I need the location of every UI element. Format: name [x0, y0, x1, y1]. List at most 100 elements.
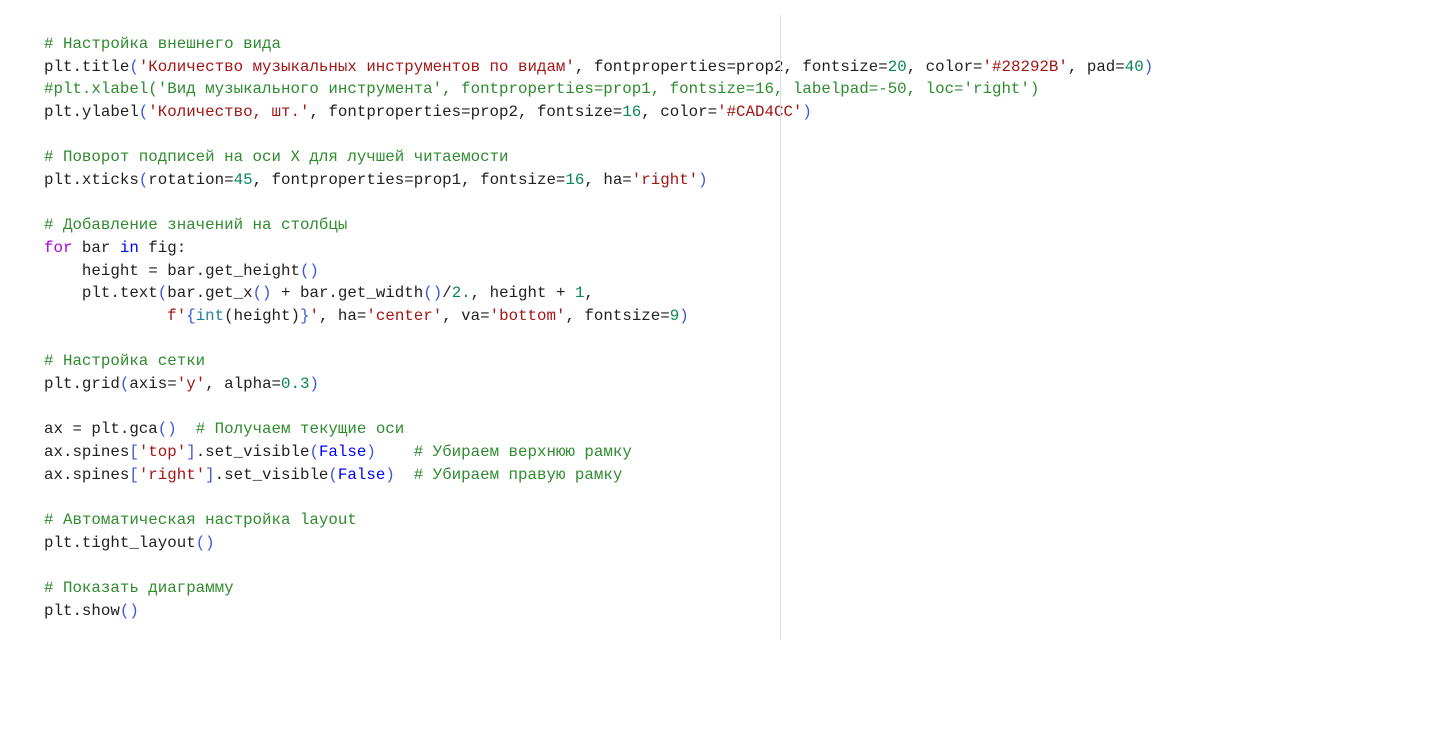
bracket-token: ): [385, 465, 395, 484]
code-line[interactable]: f'{int(height)}', ha='center', va='botto…: [44, 305, 1153, 328]
string-token: 'center': [366, 307, 443, 326]
string-token: 'top': [138, 443, 187, 462]
code-token: height = bar.get_height: [44, 261, 300, 280]
number-token: 1: [574, 284, 585, 303]
code-line[interactable]: [44, 554, 1153, 577]
string-token: f': [167, 307, 187, 326]
number-token: 20: [887, 57, 907, 76]
bracket-token: (: [328, 465, 338, 484]
code-line[interactable]: [44, 396, 1153, 419]
code-token: plt.title: [44, 57, 130, 76]
code-token: (height): [224, 307, 300, 326]
code-line[interactable]: # Настройка сетки: [44, 350, 1153, 373]
code-token: ax = plt.gca: [44, 420, 158, 439]
number-token: 2.: [451, 284, 471, 303]
code-editor[interactable]: # Настройка внешнего вида plt.title('Коли…: [44, 33, 1153, 622]
code-token: fig:: [138, 239, 187, 258]
code-token: bar.get_x: [167, 284, 253, 303]
code-line[interactable]: [44, 192, 1153, 215]
code-token: plt.xticks: [44, 171, 139, 190]
code-token: ax.spines: [44, 443, 130, 462]
code-line[interactable]: ax.spines['right'].set_visible(False) # …: [44, 464, 1153, 487]
code-line[interactable]: # Добавление значений на столбцы: [44, 214, 1153, 237]
code-token: bar: [72, 239, 120, 258]
bracket-token: ): [1143, 57, 1154, 76]
code-token: plt.text: [44, 284, 158, 303]
comment-token: # Автоматическая настройка layout: [44, 511, 357, 530]
number-token: 45: [233, 171, 253, 190]
code-token: rotation=: [148, 171, 234, 190]
code-line[interactable]: plt.xticks(rotation=45, fontproperties=p…: [44, 169, 1153, 192]
bracket-token: (): [119, 601, 139, 620]
code-token: plt.show: [44, 601, 120, 620]
bracket-token: ]: [205, 465, 215, 484]
bracket-token: [: [129, 465, 139, 484]
bracket-token: (): [195, 533, 215, 552]
keyword-token: in: [119, 239, 139, 258]
code-line[interactable]: # Показать диаграмму: [44, 577, 1153, 600]
number-token: 9: [669, 307, 680, 326]
code-line[interactable]: ax.spines['top'].set_visible(False) # Уб…: [44, 441, 1153, 464]
code-token: , fontsize=: [565, 307, 670, 326]
string-token: 'right': [631, 171, 699, 190]
code-line[interactable]: [44, 328, 1153, 351]
code-token: , height +: [470, 284, 575, 303]
code-token: plt.grid: [44, 375, 120, 394]
comment-token: # Получаем текущие оси: [195, 420, 405, 439]
bracket-token: (): [252, 284, 272, 303]
code-line[interactable]: plt.grid(axis='y', alpha=0.3): [44, 373, 1153, 396]
code-line[interactable]: for bar in fig:: [44, 237, 1153, 260]
bracket-token: (): [299, 261, 319, 280]
code-token: , fontproperties=prop2, fontsize=: [574, 57, 888, 76]
string-token: 'Количество, шт.': [148, 103, 310, 122]
code-line[interactable]: plt.title('Количество музыкальных инстру…: [44, 56, 1153, 79]
code-line[interactable]: # Настройка внешнего вида: [44, 33, 1153, 56]
code-line[interactable]: ax = plt.gca() # Получаем текущие оси: [44, 418, 1153, 441]
number-token: 40: [1124, 57, 1144, 76]
code-token: , ha=: [318, 307, 367, 326]
number-token: 16: [622, 103, 642, 122]
bracket-token: ): [698, 171, 708, 190]
code-token: , fontproperties=prop1, fontsize=: [252, 171, 566, 190]
bracket-token: (: [129, 57, 139, 76]
code-token: .set_visible: [214, 465, 329, 484]
bracket-token: {: [186, 307, 196, 326]
code-token: , ha=: [584, 171, 632, 190]
bracket-token: (: [309, 443, 319, 462]
bracket-token: (: [138, 103, 149, 122]
comment-token: # Настройка сетки: [44, 352, 206, 371]
code-token: , alpha=: [205, 375, 282, 394]
code-token: plt.ylabel: [44, 103, 139, 122]
code-token: + bar.get_width: [271, 284, 424, 303]
code-line[interactable]: plt.ylabel('Количество, шт.', fontproper…: [44, 101, 1153, 124]
code-line[interactable]: # Автоматическая настройка layout: [44, 509, 1153, 532]
string-token: 'bottom': [489, 307, 566, 326]
ruler-line: [780, 15, 781, 640]
code-token: ,: [584, 284, 594, 303]
code-line[interactable]: height = bar.get_height(): [44, 260, 1153, 283]
bracket-token: (): [157, 420, 177, 439]
number-token: 0.3: [281, 375, 310, 394]
code-token: , pad=: [1067, 57, 1125, 76]
comment-token: # Убираем правую рамку: [413, 465, 623, 484]
string-token: 'right': [138, 465, 206, 484]
code-token: , color=: [906, 57, 983, 76]
code-line[interactable]: # Поворот подписей на оси X для лучшей ч…: [44, 146, 1153, 169]
keyword-token: False: [337, 465, 386, 484]
code-line[interactable]: plt.show(): [44, 600, 1153, 623]
code-line[interactable]: [44, 486, 1153, 509]
code-token: .set_visible: [195, 443, 310, 462]
bracket-token: ]: [186, 443, 196, 462]
bracket-token: ): [679, 307, 689, 326]
code-token: , fontproperties=prop2, fontsize=: [309, 103, 623, 122]
keyword-token: for: [44, 239, 73, 258]
code-line[interactable]: [44, 124, 1153, 147]
code-line[interactable]: plt.text(bar.get_x() + bar.get_width()/2…: [44, 282, 1153, 305]
code-line[interactable]: plt.tight_layout(): [44, 532, 1153, 555]
comment-token: #plt.xlabel('Вид музыкального инструмент…: [44, 80, 1040, 99]
bracket-token: ): [366, 443, 376, 462]
code-line[interactable]: #plt.xlabel('Вид музыкального инструмент…: [44, 78, 1153, 101]
